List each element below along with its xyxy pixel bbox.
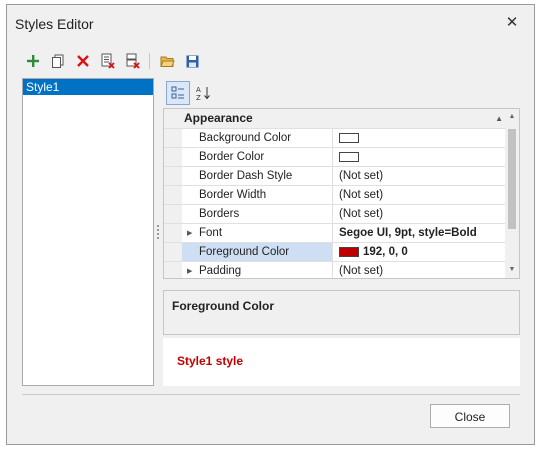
style-preview: Style1 style: [163, 338, 520, 386]
list-item[interactable]: Style1: [23, 79, 153, 95]
property-value-text: (Not set): [339, 170, 384, 182]
window-close-button[interactable]: ✕: [502, 13, 522, 33]
delete-style-button[interactable]: [73, 50, 93, 72]
row-gutter: [164, 129, 182, 147]
horizontal-splitter[interactable]: [333, 283, 349, 294]
open-file-button[interactable]: [157, 50, 177, 72]
scroll-up-icon[interactable]: ▲: [505, 111, 519, 123]
scroll-thumb[interactable]: [508, 129, 516, 229]
category-label: Appearance: [184, 111, 253, 125]
add-style-button[interactable]: [23, 50, 43, 72]
property-row[interactable]: Border Width (Not set): [164, 185, 519, 204]
property-name[interactable]: Borders: [182, 205, 333, 223]
close-button[interactable]: Close: [430, 404, 510, 428]
property-name[interactable]: Border Width: [182, 186, 333, 204]
property-value[interactable]: (Not set): [334, 205, 504, 223]
category-appearance[interactable]: Appearance ▲: [164, 109, 519, 128]
expand-arrow-icon[interactable]: ▶: [187, 224, 192, 243]
alphabetical-icon: AZ: [196, 86, 210, 101]
description-panel: Foreground Color: [163, 290, 520, 335]
scroll-down-icon[interactable]: ▼: [505, 264, 519, 276]
alphabetical-button[interactable]: AZ: [192, 81, 216, 105]
property-value[interactable]: (Not set): [334, 167, 504, 185]
categorized-button[interactable]: [166, 81, 190, 105]
row-gutter: [164, 148, 182, 166]
property-value-text: (Not set): [339, 189, 384, 201]
property-value[interactable]: Segoe UI, 9pt, style=Bold: [334, 224, 504, 242]
property-row[interactable]: Border Color: [164, 147, 519, 166]
title-bar: Styles Editor ✕: [7, 5, 534, 43]
styles-editor-dialog: Styles Editor ✕ Style1 A Z Appearance ▲ …: [6, 4, 535, 445]
toolbar-separator: [149, 53, 150, 69]
property-value[interactable]: [334, 129, 504, 147]
row-gutter: [164, 186, 182, 204]
copy-icon: [52, 54, 64, 68]
footer-divider: [22, 394, 520, 395]
property-row[interactable]: Font ▶ Segoe UI, 9pt, style=Bold: [164, 223, 519, 242]
collapse-arrow-icon[interactable]: ▲: [495, 109, 503, 128]
open-icon: [159, 56, 175, 67]
save-file-button[interactable]: [182, 50, 202, 72]
property-value[interactable]: 192, 0, 0: [334, 243, 504, 261]
row-gutter: [164, 262, 182, 278]
property-value[interactable]: (Not set): [334, 186, 504, 204]
property-row[interactable]: Background Color: [164, 128, 519, 147]
styles-list[interactable]: Style1: [22, 78, 154, 386]
add-icon: [27, 55, 39, 67]
color-swatch-icon: [339, 132, 359, 143]
color-swatch-icon: [339, 246, 359, 257]
property-value-text: Segoe UI, 9pt, style=Bold: [339, 227, 477, 239]
row-gutter: [164, 243, 182, 261]
property-grid: Appearance ▲ Background Color Border Colo…: [163, 108, 520, 279]
property-name[interactable]: Background Color: [182, 129, 333, 147]
color-swatch-icon: [339, 151, 359, 162]
window-title: Styles Editor: [15, 16, 94, 32]
property-name[interactable]: Border Color: [182, 148, 333, 166]
vertical-splitter[interactable]: [157, 225, 160, 241]
row-gutter: [164, 224, 182, 242]
preview-text: Style1 style: [177, 354, 244, 368]
copy-style-button[interactable]: [48, 50, 68, 72]
property-name[interactable]: Foreground Color: [182, 243, 333, 261]
property-grid-scrollbar[interactable]: ▲ ▼: [505, 109, 519, 278]
delete-icon: [77, 55, 89, 67]
clear-icon: [101, 53, 115, 69]
purge-icon: [126, 53, 140, 69]
property-value-text: (Not set): [339, 208, 384, 220]
property-value[interactable]: (Not set): [334, 262, 504, 278]
property-row[interactable]: Padding ▶ (Not set): [164, 261, 519, 278]
property-row[interactable]: Border Dash Style (Not set): [164, 166, 519, 185]
expand-arrow-icon[interactable]: ▶: [187, 262, 192, 278]
property-name[interactable]: Padding: [182, 262, 333, 278]
property-name[interactable]: Border Dash Style: [182, 167, 333, 185]
row-gutter: [164, 205, 182, 223]
property-value[interactable]: [334, 148, 504, 166]
categorized-icon: [171, 86, 184, 99]
property-row[interactable]: Foreground Color 192, 0, 0: [164, 242, 519, 261]
clear-styles-button[interactable]: [98, 50, 118, 72]
purge-styles-button[interactable]: [123, 50, 143, 72]
property-value-text: 192, 0, 0: [363, 246, 408, 258]
row-gutter: [164, 167, 182, 185]
property-value-text: (Not set): [339, 265, 384, 277]
property-row[interactable]: Borders (Not set): [164, 204, 519, 223]
svg-text:A: A: [196, 86, 201, 94]
save-icon: [186, 55, 198, 67]
svg-text:Z: Z: [196, 94, 201, 101]
description-title: Foreground Color: [172, 299, 274, 313]
property-name[interactable]: Font: [182, 224, 333, 242]
